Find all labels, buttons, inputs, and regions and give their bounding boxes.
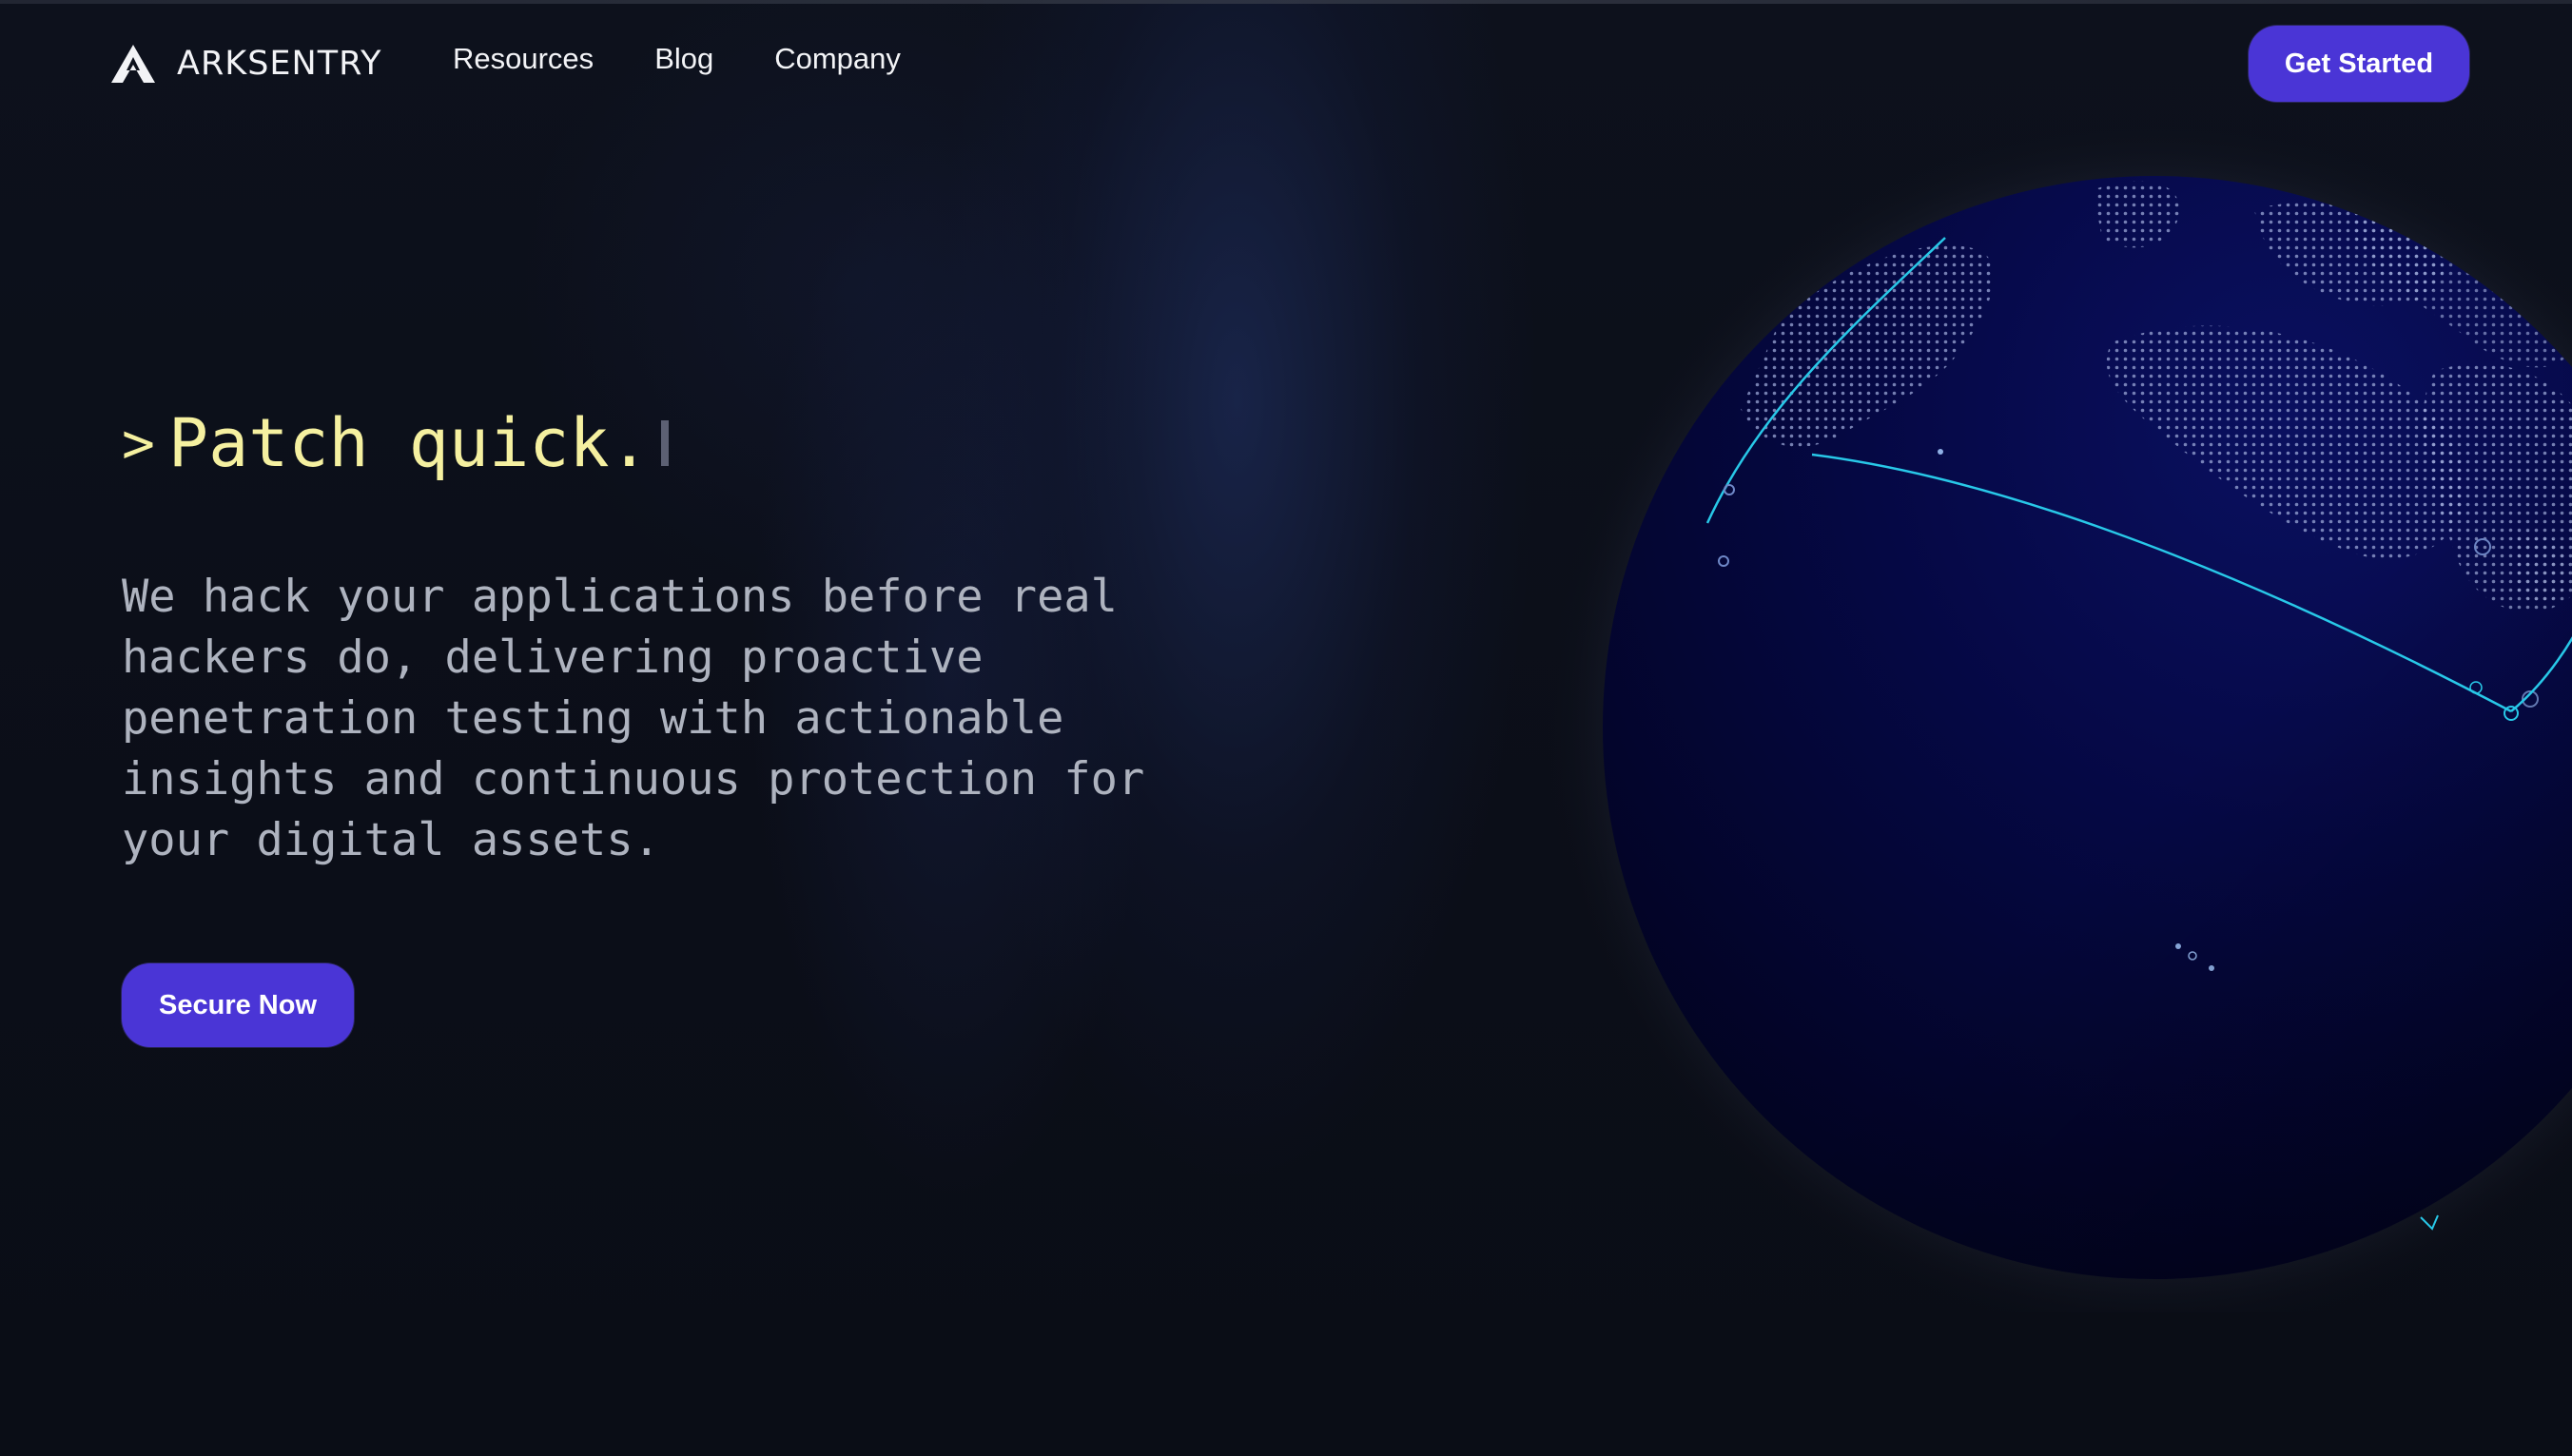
brand-logo[interactable]: ARKSENTRY (108, 40, 382, 87)
prompt-symbol: > (122, 411, 155, 476)
hero-headline: > Patch quick. (122, 404, 669, 482)
primary-nav: Resources Blog Company (453, 42, 901, 76)
arksentry-logo-icon (111, 45, 155, 83)
hero-description: We hack your applications before real ha… (122, 571, 1145, 866)
nav-link-resources[interactable]: Resources (453, 42, 594, 76)
get-started-button[interactable]: Get Started (2249, 26, 2469, 102)
typing-cursor (660, 420, 669, 466)
top-nav: ARKSENTRY Resources Blog Company Get Sta… (0, 0, 2572, 126)
secure-now-button[interactable]: Secure Now (122, 963, 354, 1047)
headline-text: Patch quick. (167, 404, 650, 482)
nav-link-company[interactable]: Company (774, 42, 901, 76)
hero-globe (1522, 124, 2572, 1312)
nav-link-blog[interactable]: Blog (654, 42, 713, 76)
landing-page: ARKSENTRY Resources Blog Company Get Sta… (0, 0, 2572, 1456)
brand-name: ARKSENTRY (177, 45, 382, 83)
globe-icon (1546, 124, 2572, 1312)
